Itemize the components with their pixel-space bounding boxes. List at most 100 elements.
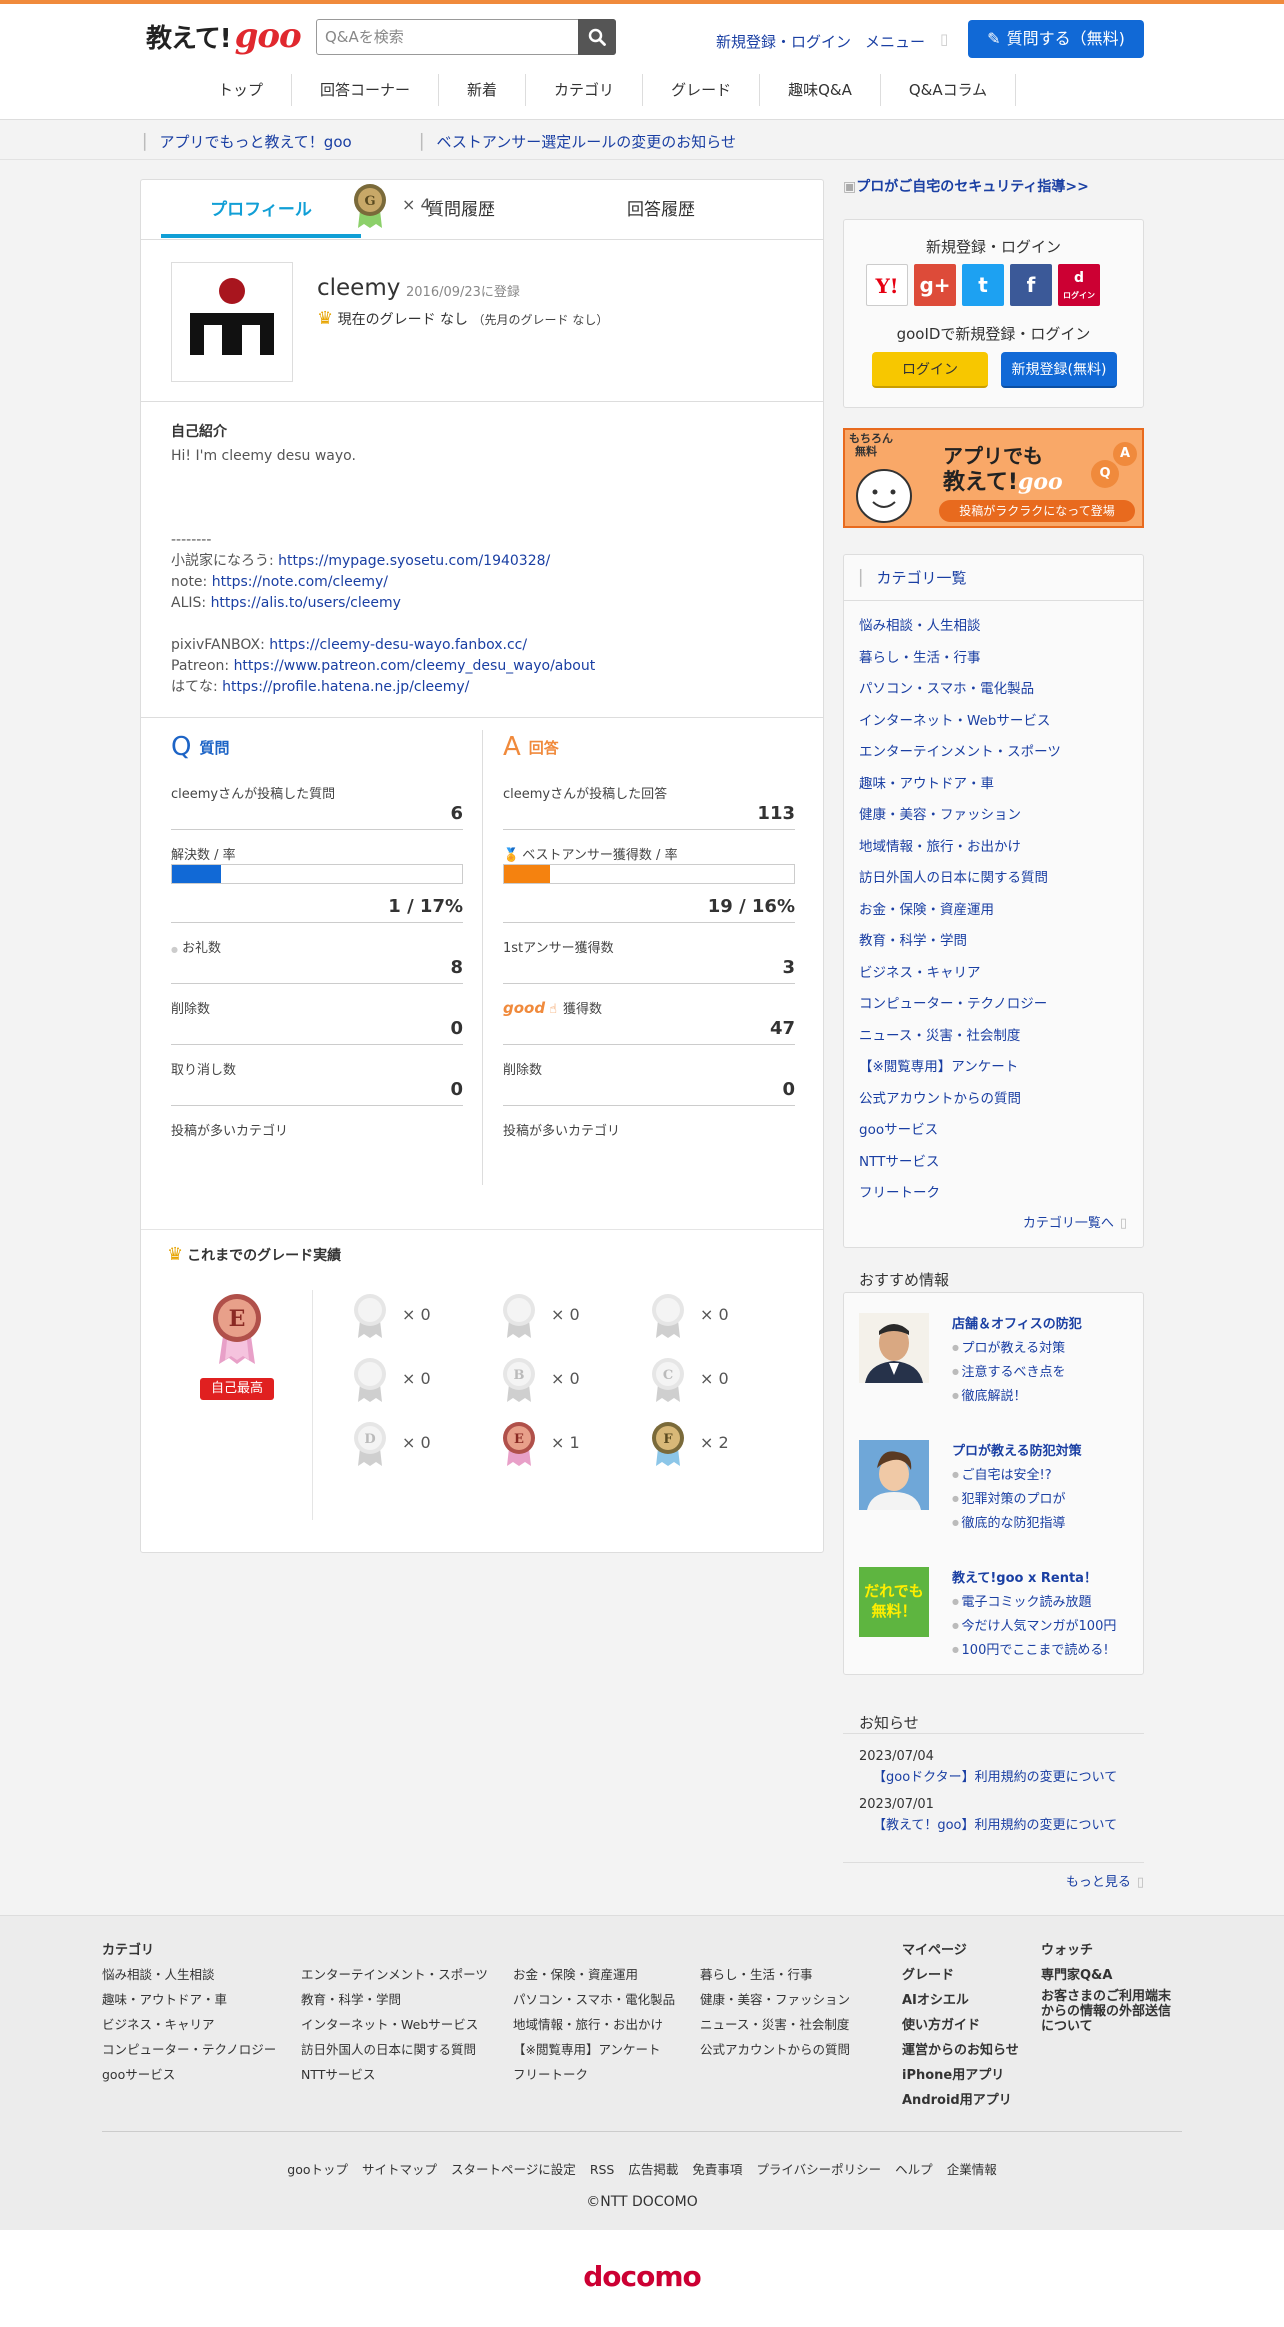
footer-link[interactable]: 【※閲覧専用】アンケート [513,2039,675,2064]
footer-link[interactable]: インターネット・Webサービス [301,2014,488,2039]
footer-link[interactable]: 地域情報・旅行・お出かけ [513,2014,675,2039]
category-link[interactable]: お金・保険・資産運用 [859,898,1061,930]
footer-link[interactable]: 趣味・アウトドア・車 [102,1989,276,2014]
category-link[interactable]: コンピューター・テクノロジー [859,992,1061,1024]
footer-link[interactable]: マイページ [902,1939,1019,1964]
category-link[interactable]: 悩み相談・人生相談 [859,614,1061,646]
footer-bottom-link[interactable]: スタートページに設定 [451,2162,576,2177]
register-button[interactable]: 新規登録(無料) [1001,352,1117,388]
docomo-logo[interactable]: docomo [0,2260,1284,2293]
intro-link[interactable]: https://alis.to/users/cleemy [211,595,401,611]
footer-link[interactable]: 悩み相談・人生相談 [102,1964,276,1989]
header-login-link[interactable]: 新規登録・ログイン [716,31,851,52]
footer-link[interactable]: 訪日外国人の日本に関する質問 [301,2039,488,2064]
twitter-login-icon[interactable]: t [962,264,1004,306]
tab-profile[interactable]: プロフィール [161,180,361,238]
category-link[interactable]: 訪日外国人の日本に関する質問 [859,866,1061,898]
intro-link[interactable]: https://note.com/cleemy/ [212,574,388,590]
docomo-login-icon[interactable]: d ログイン [1058,264,1100,306]
category-link[interactable]: ニュース・災害・社会制度 [859,1024,1061,1056]
footer-bottom-link[interactable]: プライバシーポリシー [756,2162,881,2177]
yahoo-login-icon[interactable]: Y! [866,264,908,306]
category-link[interactable]: NTTサービス [859,1150,1061,1182]
app-promo-banner[interactable]: もちろん 無料 アプリでも 教えて!goo 投稿がラクラクになって登場 Q A [843,428,1144,528]
intro-link[interactable]: https://www.patreon.com/cleemy_desu_wayo… [234,658,596,674]
news-link[interactable]: 【gooドクター】利用規約の変更について [873,1766,1117,1785]
footer-link[interactable]: お金・保険・資産運用 [513,1964,675,1989]
nav-new[interactable]: 新着 [439,74,527,106]
footer-link[interactable]: 運営からのお知らせ [902,2039,1019,2064]
category-link[interactable]: 公式アカウントからの質問 [859,1087,1061,1119]
intro-link[interactable]: https://profile.hatena.ne.jp/cleemy/ [222,679,469,695]
footer-link[interactable]: NTTサービス [301,2064,488,2089]
footer-link[interactable]: ウォッチ [1041,1939,1181,1964]
divider [102,2131,1182,2132]
nav-hobby-qa[interactable]: 趣味Q&A [760,74,881,106]
nav-answer-corner[interactable]: 回答コーナー [292,74,440,106]
footer-link[interactable]: パソコン・スマホ・電化製品 [513,1989,675,2014]
login-button[interactable]: ログイン [872,352,988,388]
notice-app[interactable]: アプリでもっと教えて！goo [144,131,352,152]
nav-top[interactable]: トップ [190,74,293,106]
search-input[interactable] [317,20,579,54]
footer-link[interactable]: コンピューター・テクノロジー [102,2039,276,2064]
intro-link[interactable]: https://mypage.syosetu.com/1940328/ [278,553,550,569]
category-link[interactable]: 【※閲覧専用】アンケート [859,1055,1061,1087]
header-menu-link[interactable]: メニュー [865,31,925,52]
footer-link[interactable]: 健康・美容・ファッション [700,1989,850,2014]
ask-question-button[interactable]: ✎ 質問する（無料) [968,20,1144,58]
footer-link[interactable]: 暮らし・生活・行事 [700,1964,850,1989]
footer-bottom-link[interactable]: サイトマップ [362,2162,437,2177]
category-link[interactable]: 趣味・アウトドア・車 [859,772,1061,804]
news-link[interactable]: 【教えて！goo】利用規約の変更について [873,1814,1117,1833]
category-list-more-link[interactable]: カテゴリ一覧へ ▯ [1023,1212,1127,1231]
footer-bottom-link[interactable]: ヘルプ [895,2162,933,2177]
footer-bottom-link[interactable]: gooトップ [287,2162,348,2177]
footer-link[interactable]: グレード [902,1964,1019,1989]
search-button[interactable] [578,19,616,55]
security-banner-link[interactable]: ▣プロがご自宅のセキュリティ指導>> [843,176,1089,196]
category-link[interactable]: パソコン・スマホ・電化製品 [859,677,1061,709]
answers-heading: A 回答 [503,725,795,769]
site-logo[interactable]: 教えて! goo [146,16,302,56]
category-link[interactable]: gooサービス [859,1118,1061,1150]
facebook-login-icon[interactable]: f [1010,264,1052,306]
tab-answer-history[interactable]: 回答履歴 [561,180,761,238]
footer-bottom-link[interactable]: 広告掲載 [628,2162,678,2177]
recommend-item[interactable]: プロが教える防犯対策 ご自宅は安全!? 犯罪対策のプロが 徹底的な防犯指導 [859,1440,1139,1531]
news-more-link[interactable]: もっと見る ▯ [1066,1871,1144,1890]
footer-link[interactable]: 公式アカウントからの質問 [700,2039,850,2064]
nav-qa-column[interactable]: Q&Aコラム [881,74,1017,106]
category-link[interactable]: 地域情報・旅行・お出かけ [859,835,1061,867]
footer-bottom-link[interactable]: RSS [590,2162,615,2177]
category-link[interactable]: 教育・科学・学問 [859,929,1061,961]
footer-bottom-link[interactable]: 企業情報 [947,2162,997,2177]
category-link[interactable]: 暮らし・生活・行事 [859,646,1061,678]
category-link[interactable]: エンターテインメント・スポーツ [859,740,1061,772]
nav-grade[interactable]: グレード [643,74,761,106]
intro-link[interactable]: https://cleemy-desu-wayo.fanbox.cc/ [269,637,527,653]
footer-link[interactable]: Android用アプリ [902,2089,1019,2114]
notice-best-answer[interactable]: ベストアンサー選定ルールの変更のお知らせ [421,131,736,152]
footer-link[interactable]: AIオシエル [902,1989,1019,2014]
footer-link[interactable]: ニュース・災害・社会制度 [700,2014,850,2039]
nav-category[interactable]: カテゴリ [526,74,644,106]
footer-bottom-link[interactable]: 免責事項 [692,2162,742,2177]
footer-link[interactable]: gooサービス [102,2064,276,2089]
footer-link[interactable]: お客さまのご利用端末からの情報の外部送信について [1041,1989,1181,2034]
stat-first-answer: 1stアンサー獲得数 3 [503,923,795,984]
recommend-item[interactable]: だれでも無料！ 教えて!goo x Renta！ 電子コミック読み放題 今だけ人… [859,1567,1139,1658]
category-link[interactable]: 健康・美容・ファッション [859,803,1061,835]
category-link[interactable]: インターネット・Webサービス [859,709,1061,741]
category-link[interactable]: ビジネス・キャリア [859,961,1061,993]
footer-link[interactable]: 教育・科学・学問 [301,1989,488,2014]
footer-link[interactable]: フリートーク [513,2064,675,2089]
footer-link[interactable]: 専門家Q&A [1041,1964,1181,1989]
footer-link[interactable]: ビジネス・キャリア [102,2014,276,2039]
footer-link[interactable]: エンターテインメント・スポーツ [301,1964,488,1989]
footer-link[interactable]: iPhone用アプリ [902,2064,1019,2089]
recommend-item[interactable]: 店舗＆オフィスの防犯 プロが教える対策 注意するべき点を 徹底解説！ [859,1313,1139,1404]
google-plus-login-icon[interactable]: g+ [914,264,956,306]
footer-link[interactable]: 使い方ガイド [902,2014,1019,2039]
category-link[interactable]: フリートーク [859,1181,1061,1213]
